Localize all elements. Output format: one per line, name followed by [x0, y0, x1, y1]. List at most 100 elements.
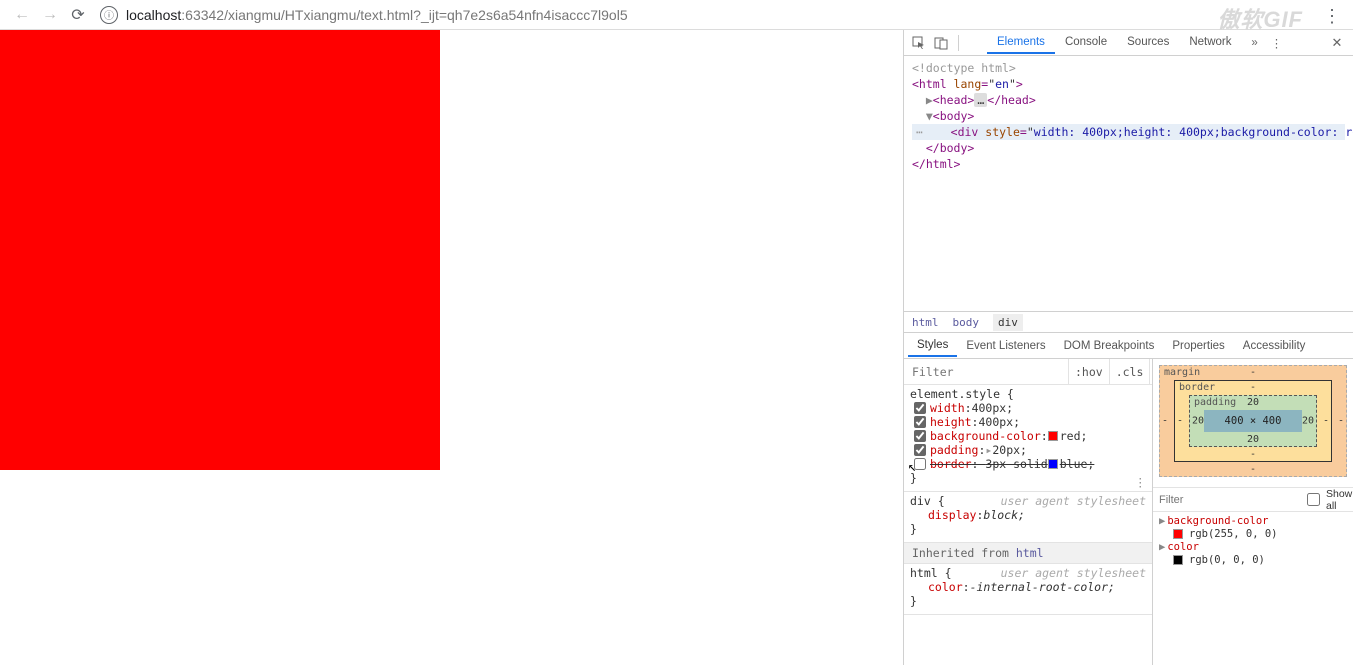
bm-border-label: border	[1179, 382, 1215, 393]
prop-value: block;	[983, 508, 1025, 522]
url-port: :63342	[181, 7, 224, 23]
devtools-tabs: Elements Console Sources Network	[987, 32, 1242, 54]
url-text: localhost:63342/xiangmu/HTxiangmu/text.h…	[126, 7, 628, 23]
prop-check-width[interactable]	[914, 402, 926, 414]
prop-value: 3px solid	[985, 457, 1047, 471]
inspect-icon[interactable]	[910, 34, 928, 52]
computed-list[interactable]: ▶background-color rgb(255, 0, 0) ▶color …	[1153, 512, 1353, 665]
ptab-properties[interactable]: Properties	[1163, 336, 1233, 356]
prop-name: color	[928, 580, 963, 594]
url-path: /xiangmu/HTxiangmu/text.html?_ijt=qh7e2s…	[224, 7, 628, 23]
device-toggle-icon[interactable]	[932, 34, 950, 52]
dom-html-open[interactable]: <html lang="en">	[912, 76, 1345, 92]
show-all-checkbox[interactable]	[1307, 493, 1320, 506]
bm-content-size: 400 × 400	[1204, 410, 1302, 432]
color-swatch-icon	[1173, 555, 1183, 565]
prop-value: -internal-root-color;	[970, 580, 1115, 594]
prop-name: background-color	[930, 429, 1041, 443]
red-div	[0, 30, 440, 470]
watermark-text: 傲软GIF	[1217, 2, 1303, 34]
color-swatch-icon[interactable]	[1048, 431, 1058, 441]
prop-check-height[interactable]	[914, 416, 926, 428]
ptab-accessibility[interactable]: Accessibility	[1234, 336, 1315, 356]
computed-filter-bar: Show all	[1153, 488, 1353, 512]
dom-body-close[interactable]: </body>	[912, 140, 1345, 156]
tab-elements[interactable]: Elements	[987, 32, 1055, 54]
page-viewport	[0, 30, 903, 665]
forward-button[interactable]: →	[36, 1, 64, 29]
inherited-from-bar: Inherited from html	[904, 543, 1152, 564]
url-host: localhost	[126, 7, 181, 23]
inherited-tag[interactable]: html	[1016, 546, 1044, 560]
reload-button[interactable]: ⟳	[64, 1, 92, 29]
dom-body-open[interactable]: ▼<body>	[912, 108, 1345, 124]
ua-stylesheet-label: user agent stylesheet	[1001, 494, 1146, 508]
dom-html-close[interactable]: </html>	[912, 156, 1345, 172]
rule-more-icon[interactable]: ⋮	[1135, 475, 1147, 489]
devtools-panel: Elements Console Sources Network » ⋮ ✕ <…	[903, 30, 1353, 665]
ptab-styles[interactable]: Styles	[908, 335, 957, 357]
cls-toggle[interactable]: .cls	[1109, 359, 1150, 384]
rule-close: }	[910, 471, 1146, 485]
dom-tree[interactable]: <!doctype html> <html lang="en"> ▶<head>…	[904, 56, 1353, 311]
box-model[interactable]: margin - - - - border - - - -	[1153, 359, 1353, 488]
computed-item[interactable]: ▶color	[1159, 540, 1347, 554]
rule-close: }	[910, 522, 1146, 536]
prop-name: border	[930, 457, 972, 471]
prop-name: display	[928, 508, 976, 522]
computed-item[interactable]: ▶background-color	[1159, 514, 1347, 528]
devtools-menu-icon[interactable]: ⋮	[1268, 36, 1286, 50]
back-button[interactable]: ←	[8, 1, 36, 29]
computed-filter-input[interactable]	[1159, 494, 1301, 506]
ua-stylesheet-label: user agent stylesheet	[1001, 566, 1146, 580]
styles-pane: :hov .cls + element.style { width: 400px…	[904, 359, 1153, 665]
tab-network[interactable]: Network	[1179, 32, 1241, 54]
color-swatch-icon[interactable]	[1048, 459, 1058, 469]
prop-check-border[interactable]	[914, 458, 926, 470]
computed-prop-name: background-color	[1167, 515, 1268, 527]
prop-name: height	[930, 415, 972, 429]
color-swatch-icon	[1173, 529, 1183, 539]
rule-div-ua[interactable]: user agent stylesheet div { display: blo…	[904, 492, 1152, 543]
hov-toggle[interactable]: :hov	[1068, 359, 1109, 384]
computed-prop-name: color	[1167, 541, 1199, 553]
devtools-close-icon[interactable]: ✕	[1327, 35, 1347, 51]
expand-icon[interactable]: ▸	[985, 443, 992, 457]
ptab-dom-breakpoints[interactable]: DOM Breakpoints	[1055, 336, 1164, 356]
browser-toolbar: ← → ⟳ ⓘ localhost:63342/xiangmu/HTxiangm…	[0, 0, 1353, 30]
browser-menu-icon[interactable]: ⋮	[1323, 6, 1341, 27]
prop-value: 400px;	[972, 401, 1014, 415]
dom-doctype[interactable]: <!doctype html>	[912, 60, 1345, 76]
rule-element-style[interactable]: element.style { width: 400px; height: 40…	[904, 385, 1152, 492]
prop-check-padding[interactable]	[914, 444, 926, 456]
dom-selected-div[interactable]: ⋯ <div style="width: 400px;height: 400px…	[912, 124, 1345, 140]
prop-value: red;	[1060, 429, 1088, 443]
dom-head[interactable]: ▶<head>…</head>	[912, 92, 1345, 108]
breadcrumb: html body div	[904, 311, 1353, 333]
computed-value: rgb(255, 0, 0)	[1159, 528, 1347, 540]
rule-close: }	[910, 594, 1146, 608]
ptab-event-listeners[interactable]: Event Listeners	[957, 336, 1054, 356]
prop-value: blue;	[1060, 457, 1095, 471]
selector-text: element.style {	[910, 387, 1146, 401]
bm-padding-label: padding	[1194, 397, 1236, 408]
prop-name: width	[930, 401, 965, 415]
styles-filter-input[interactable]	[904, 365, 1068, 379]
styles-panel-tabs: Styles Event Listeners DOM Breakpoints P…	[904, 333, 1353, 359]
site-info-icon[interactable]: ⓘ	[100, 6, 118, 24]
tabs-overflow-icon[interactable]: »	[1246, 37, 1264, 49]
tab-console[interactable]: Console	[1055, 32, 1117, 54]
computed-pane: margin - - - - border - - - -	[1153, 359, 1353, 665]
prop-check-bg[interactable]	[914, 430, 926, 442]
crumb-body[interactable]: body	[953, 316, 980, 329]
prop-value: 400px;	[978, 415, 1020, 429]
computed-value: rgb(0, 0, 0)	[1159, 554, 1347, 566]
crumb-div[interactable]: div	[993, 314, 1023, 331]
address-bar[interactable]: ⓘ localhost:63342/xiangmu/HTxiangmu/text…	[100, 1, 1345, 29]
prop-value: 20px;	[992, 443, 1027, 457]
bm-margin-label: margin	[1164, 367, 1200, 378]
prop-name: padding	[930, 443, 978, 457]
tab-sources[interactable]: Sources	[1117, 32, 1179, 54]
rule-html-ua[interactable]: user agent stylesheet html { color: -int…	[904, 564, 1152, 615]
crumb-html[interactable]: html	[912, 316, 939, 329]
